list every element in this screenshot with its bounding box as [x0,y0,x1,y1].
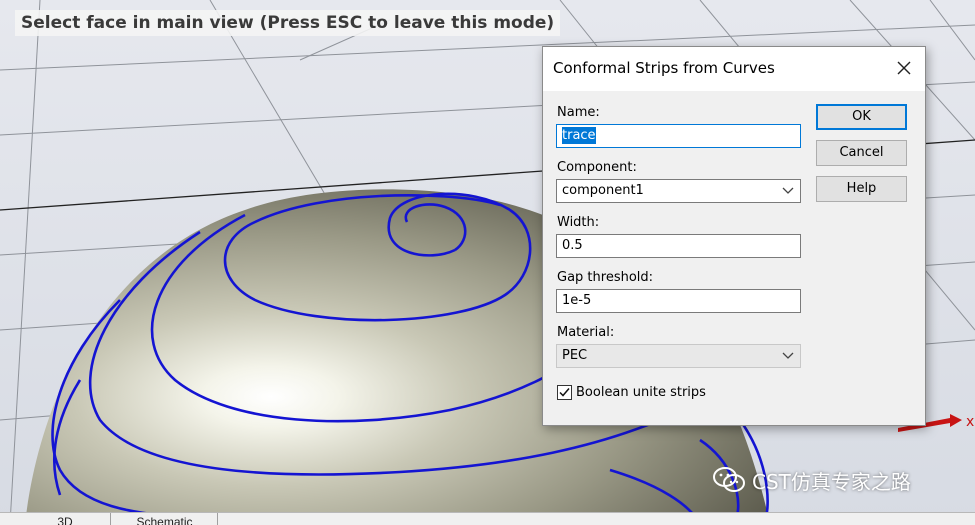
boolean-unite-checkbox[interactable] [557,385,572,400]
gap-threshold-field[interactable]: 1e-5 [556,289,801,313]
conformal-strips-dialog: Conformal Strips from Curves Name: trace… [542,46,926,426]
chevron-down-icon [782,352,794,359]
dialog-body: Name: trace Component: component1 Width:… [543,91,925,425]
wechat-icon [713,467,745,492]
watermark: CST仿真专家之路 [712,464,911,496]
watermark-text: CST仿真专家之路 [752,469,911,494]
material-select-value: PEC [562,348,588,363]
name-label: Name: [557,105,600,120]
view-tab-bar: 3D Schematic [0,512,975,525]
mode-banner: Select face in main view (Press ESC to l… [15,10,561,36]
component-label: Component: [557,160,637,175]
cancel-button[interactable]: Cancel [816,140,907,166]
name-field[interactable]: trace [556,124,801,148]
checkmark-icon [559,388,570,397]
gap-threshold-label: Gap threshold: [557,270,654,285]
ok-button[interactable]: OK [816,104,907,130]
width-label: Width: [557,215,600,230]
component-select-value: component1 [562,183,644,198]
name-field-value: trace [562,127,596,144]
chevron-down-icon [782,187,794,194]
material-label: Material: [557,325,615,340]
material-select[interactable]: PEC [556,344,801,368]
tab-schematic[interactable]: Schematic [112,513,218,525]
width-field[interactable]: 0.5 [556,234,801,258]
help-button[interactable]: Help [816,176,907,202]
close-icon [897,61,911,75]
dialog-title: Conformal Strips from Curves [553,59,775,77]
close-button[interactable] [891,55,917,81]
svg-text:x: x [966,414,974,430]
component-select[interactable]: component1 [556,179,801,203]
boolean-unite-label[interactable]: Boolean unite strips [576,385,706,400]
tab-3d[interactable]: 3D [20,513,111,525]
